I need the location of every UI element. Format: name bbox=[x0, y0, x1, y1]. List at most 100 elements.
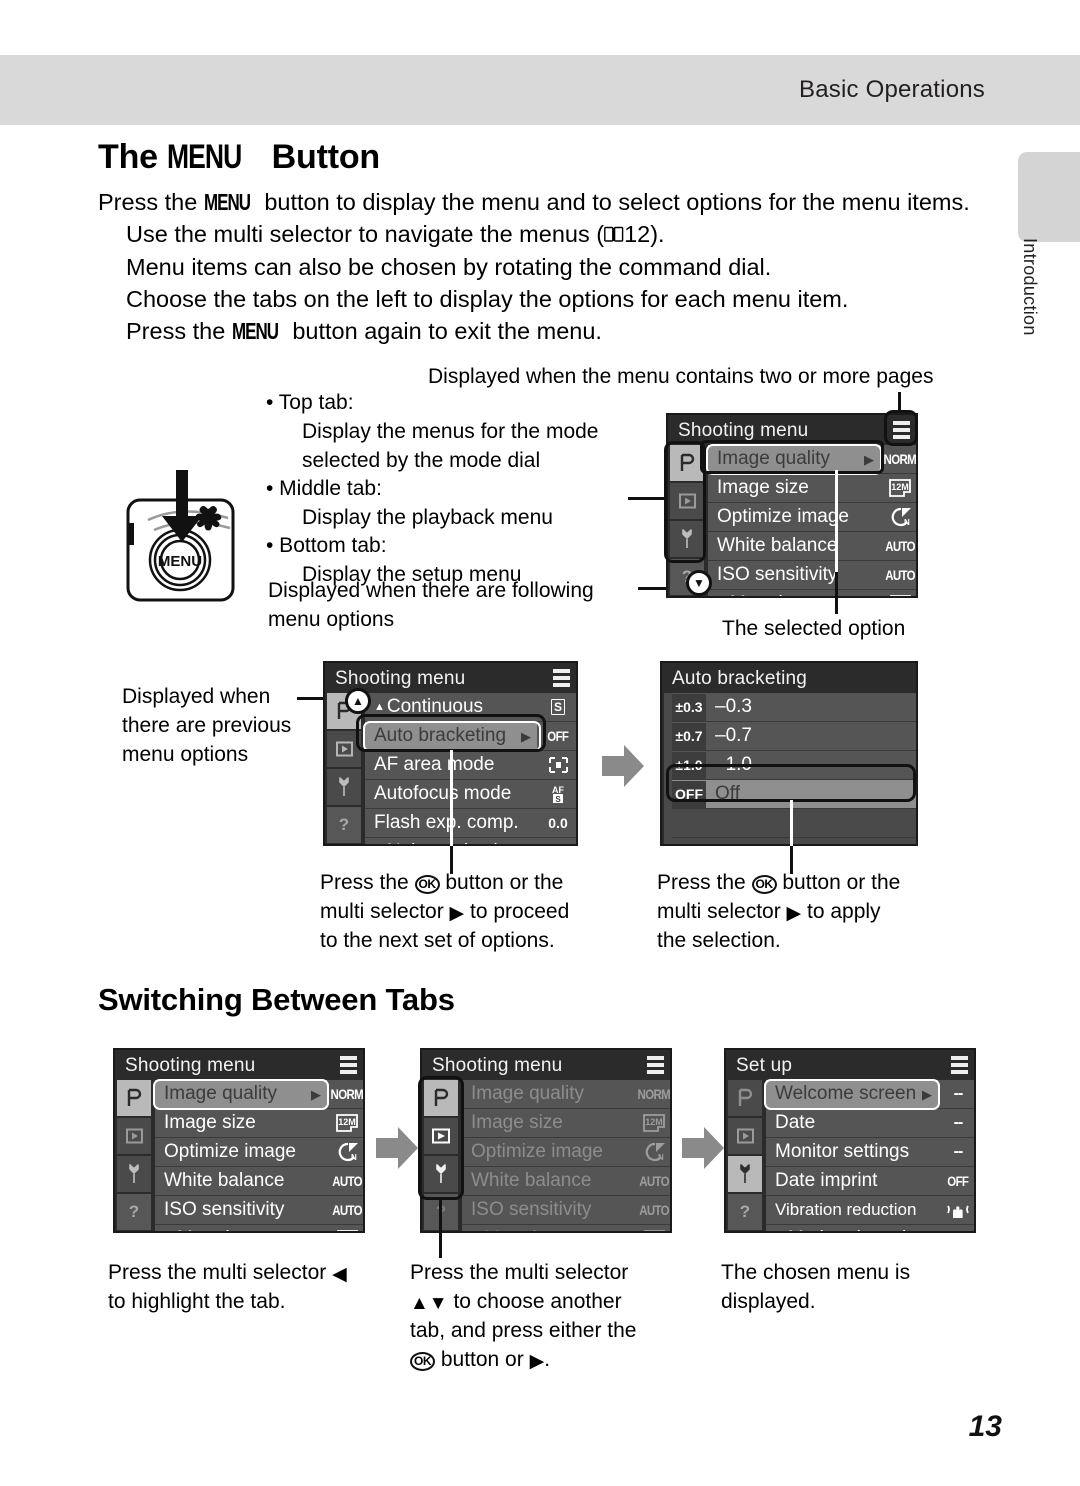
menu-row-label: Metering bbox=[177, 1228, 251, 1231]
tab-playback[interactable] bbox=[670, 483, 704, 519]
annotation-following-l2: menu options bbox=[268, 608, 395, 631]
tab-shooting[interactable] bbox=[117, 1080, 151, 1116]
svg-text:N: N bbox=[351, 1153, 357, 1162]
tab-shooting[interactable] bbox=[670, 445, 704, 481]
menu-row[interactable]: Image quality ▶ bbox=[155, 1080, 327, 1109]
menu-row[interactable]: Optimize image bbox=[155, 1138, 327, 1167]
caption-proceed: Press the OK button or the multi selecto… bbox=[320, 868, 569, 955]
menu-row[interactable]: Image size bbox=[708, 474, 880, 503]
menu-row[interactable]: ▲ Continuous bbox=[365, 693, 537, 722]
tab-setup[interactable] bbox=[728, 1156, 762, 1192]
option-row[interactable]: ±0.3 –0.3 bbox=[672, 693, 916, 722]
menu-row[interactable]: Image size bbox=[155, 1109, 327, 1138]
tab-setup[interactable] bbox=[670, 521, 704, 557]
left-rail bbox=[664, 693, 672, 844]
menu-row[interactable]: White balance bbox=[708, 532, 880, 561]
menu-row[interactable]: ▼Metering bbox=[708, 590, 880, 596]
tab-help[interactable]: ? bbox=[117, 1194, 151, 1230]
value-auto: AUTO bbox=[639, 1202, 669, 1218]
menu-row[interactable]: Optimize image bbox=[462, 1138, 634, 1167]
menu-row[interactable]: Image size bbox=[462, 1109, 634, 1138]
menu-row[interactable]: ▼Metering bbox=[155, 1225, 327, 1231]
menu-row[interactable]: ▼Motion detection bbox=[766, 1225, 938, 1231]
tab-help[interactable]: ? bbox=[327, 807, 361, 843]
menu-row[interactable]: Monitor settings bbox=[766, 1138, 938, 1167]
menu-row[interactable]: Image quality bbox=[462, 1080, 634, 1109]
tab-playback[interactable] bbox=[327, 731, 361, 767]
menu-row[interactable]: ISO sensitivity bbox=[708, 561, 880, 590]
caption-step2-l4b: button or bbox=[435, 1348, 530, 1371]
menu-row[interactable]: Vibration reduction bbox=[766, 1196, 938, 1225]
menu-row[interactable]: ▼Metering bbox=[462, 1225, 634, 1231]
menu-row-label: Monitor settings bbox=[775, 1141, 910, 1162]
caption-proceed-l1a: Press the bbox=[320, 871, 415, 894]
ok-button-icon: OK bbox=[751, 875, 777, 894]
intro-l5a: Press the bbox=[126, 318, 232, 344]
intro-line-4: Choose the tabs on the left to display t… bbox=[126, 286, 849, 312]
svg-text:12M: 12M bbox=[891, 482, 909, 492]
tab-shooting[interactable] bbox=[424, 1080, 458, 1116]
option-label: –0.7 bbox=[715, 725, 752, 746]
autofocus-icon: AFS bbox=[552, 785, 564, 804]
caption-step1-l1a: Press the multi selector bbox=[108, 1261, 333, 1284]
menu-row[interactable]: Optimize image bbox=[708, 503, 880, 532]
value-dashes: -- bbox=[953, 1114, 964, 1131]
value-auto: AUTO bbox=[885, 538, 915, 554]
option-label: –1.0 bbox=[715, 754, 752, 775]
page-number: 13 bbox=[968, 1410, 1002, 1443]
menu-row-label: ISO sensitivity bbox=[717, 564, 838, 585]
option-row-empty bbox=[672, 838, 916, 844]
option-row[interactable]: ±0.7 –0.7 bbox=[672, 722, 916, 751]
tab-shooting[interactable] bbox=[728, 1080, 762, 1116]
menu-row[interactable]: White balance bbox=[462, 1167, 634, 1196]
menu-row-label: Motion detection bbox=[788, 1228, 927, 1231]
caption-step3-l2: displayed. bbox=[721, 1290, 816, 1313]
annotation-previous-l1: Displayed when bbox=[122, 685, 271, 708]
menu-row-label: Image size bbox=[717, 477, 809, 498]
tab-rail[interactable]: ? bbox=[117, 1080, 155, 1231]
menu-row[interactable]: Image quality ▶ bbox=[708, 445, 880, 474]
tab-setup[interactable] bbox=[327, 769, 361, 805]
value-cell: NORM bbox=[327, 1080, 363, 1109]
tab-playback[interactable] bbox=[424, 1118, 458, 1154]
tab-rail[interactable]: ? bbox=[728, 1080, 766, 1231]
option-row[interactable]: ±1.0 –1.0 bbox=[672, 751, 916, 780]
multi-selector-left-icon: ◀ bbox=[332, 1264, 347, 1285]
multi-selector-right-icon: ▶ bbox=[449, 903, 465, 924]
leader-line bbox=[450, 750, 453, 846]
caption-proceed-l2a: multi selector bbox=[320, 900, 450, 923]
screen-title: Shooting menu bbox=[432, 1055, 563, 1076]
tab-rail[interactable]: ? bbox=[327, 693, 365, 844]
image-size-icon: 12M bbox=[889, 479, 911, 497]
menu-row[interactable]: Date imprint bbox=[766, 1167, 938, 1196]
tab-setup[interactable] bbox=[117, 1156, 151, 1192]
menu-row-label: Optimize image bbox=[164, 1141, 296, 1162]
menu-row[interactable]: ISO sensitivity bbox=[462, 1196, 634, 1225]
menu-row[interactable]: ISO sensitivity bbox=[155, 1196, 327, 1225]
option-row[interactable]: OFF Off bbox=[672, 780, 916, 809]
menu-row[interactable]: White balance bbox=[155, 1167, 327, 1196]
screen-tabs-step2: Shooting menu ? Image quality Image size… bbox=[420, 1048, 672, 1233]
value-cell: 12M bbox=[634, 1109, 670, 1138]
option-list: ±0.3 –0.3 ±0.7 –0.7 ±1.0 –1.0 OFF Off bbox=[672, 693, 916, 844]
menu-row[interactable]: Auto bracketing ▶ bbox=[365, 722, 537, 751]
value-auto: AUTO bbox=[639, 1173, 669, 1189]
menu-word-glyph: MENU bbox=[167, 138, 242, 176]
annotation-top-tab: • Top tab: Display the menus for the mod… bbox=[266, 388, 598, 475]
caption-step2-l4c: . bbox=[544, 1348, 551, 1371]
tab-rail[interactable]: ? bbox=[424, 1080, 462, 1231]
value-cell bbox=[537, 751, 576, 780]
scroll-down-circle-marker: ▼ bbox=[686, 570, 712, 596]
tab-playback[interactable] bbox=[728, 1118, 762, 1154]
value-norm: NORM bbox=[883, 451, 917, 467]
tab-playback[interactable] bbox=[117, 1118, 151, 1154]
section-title-menu-button: The MENU Button bbox=[98, 138, 380, 177]
menu-row[interactable]: Date bbox=[766, 1109, 938, 1138]
caption-apply-l1b: button or the bbox=[776, 871, 901, 894]
multi-page-icon bbox=[893, 421, 910, 443]
menu-row[interactable]: Welcome screen ▶ bbox=[766, 1080, 938, 1109]
menu-row-label: AF area mode bbox=[374, 754, 495, 775]
tab-setup[interactable] bbox=[424, 1156, 458, 1192]
menu-row-label: Image size bbox=[164, 1112, 256, 1133]
tab-help[interactable]: ? bbox=[728, 1194, 762, 1230]
